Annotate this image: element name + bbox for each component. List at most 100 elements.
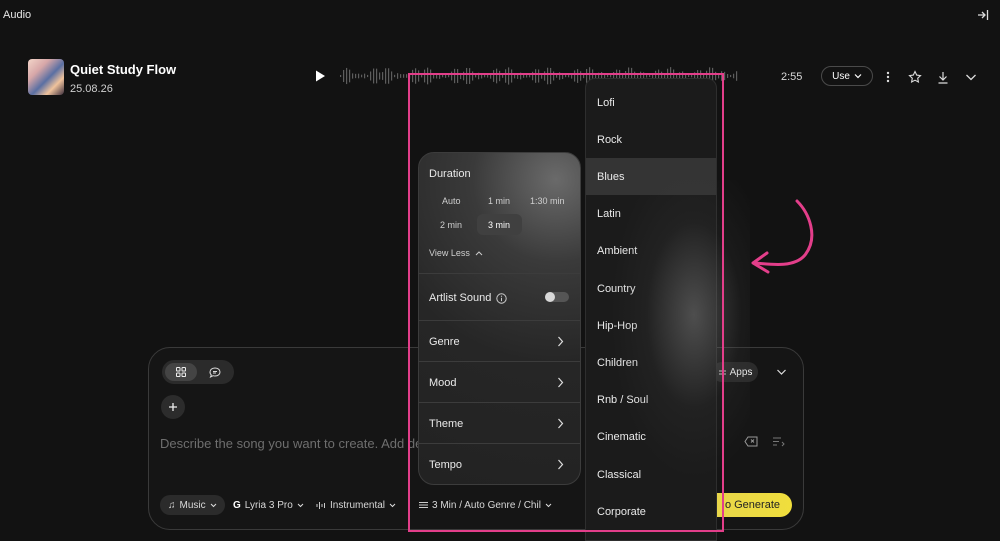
genre-option[interactable]: Rnb / Soul (586, 382, 716, 419)
waveform-bar (385, 68, 387, 84)
duration-option-auto[interactable]: Auto (442, 196, 461, 206)
waveform-bar (499, 70, 501, 82)
toggle-knob (545, 292, 555, 302)
chevron-down-icon (210, 503, 216, 507)
duration-option-3min[interactable]: 3 min (488, 220, 510, 230)
composer-collapse-icon[interactable] (776, 368, 787, 376)
waveform-bar (412, 69, 414, 83)
waveform-bar (571, 73, 573, 79)
track-duration: 2:55 (781, 71, 803, 83)
genre-option[interactable]: Ambient (586, 233, 716, 270)
track-date: 25.08.26 (70, 83, 113, 95)
waveform-bar (391, 71, 393, 81)
menu-theme[interactable]: Theme (429, 418, 463, 430)
waveform-bar (457, 69, 459, 83)
waveform-bar (481, 73, 483, 79)
waveform-bar (460, 72, 462, 80)
waveform-bar (496, 68, 498, 84)
waveform-bar (442, 74, 444, 78)
waveform-bar (736, 71, 738, 81)
waveform-bar (610, 74, 612, 78)
use-button[interactable]: Use (821, 66, 873, 86)
genre-option[interactable]: Country (586, 270, 716, 307)
music-type-chip[interactable]: ♫ Music (160, 495, 225, 515)
chat-icon (209, 366, 221, 378)
star-icon[interactable] (907, 69, 923, 85)
chevron-down-icon (854, 74, 862, 79)
waveform-bar (493, 70, 495, 82)
grid-mode-button[interactable] (165, 363, 197, 381)
google-g-icon: G (233, 499, 241, 511)
genre-option[interactable]: Classical (586, 456, 716, 493)
collapse-panel-icon[interactable] (976, 8, 990, 22)
waveform-bar (520, 72, 522, 80)
menu-genre[interactable]: Genre (429, 336, 460, 348)
chat-mode-button[interactable] (199, 363, 231, 381)
genre-option[interactable]: Children (586, 344, 716, 381)
waveform-bar (541, 73, 543, 79)
duration-option-1min[interactable]: 1 min (488, 196, 510, 206)
track-thumbnail[interactable] (28, 59, 64, 95)
info-icon[interactable] (496, 292, 508, 304)
waveform-bar (568, 74, 570, 78)
genre-option[interactable]: Lofi (586, 84, 716, 121)
chevron-down-icon (297, 503, 304, 507)
add-attachment-button[interactable] (161, 395, 185, 419)
waveform-bar (535, 69, 537, 83)
waveform-bar (532, 71, 534, 81)
waveform-bar (544, 71, 546, 81)
genre-option[interactable]: Latin (586, 196, 716, 233)
genre-option[interactable]: Rock (586, 121, 716, 158)
panel-divider (419, 273, 580, 274)
waveform-bar (454, 68, 456, 84)
waveform-bar (469, 68, 471, 84)
more-options-icon[interactable] (880, 69, 896, 85)
genre-option[interactable]: Corporate (586, 493, 716, 530)
waveform-bar (580, 71, 582, 81)
waveform-bar (715, 71, 717, 81)
track-title[interactable]: Quiet Study Flow (70, 62, 176, 77)
waveform-bar (508, 67, 510, 85)
duration-option-2min[interactable]: 2 min (440, 220, 462, 230)
waveform-bar (727, 73, 729, 79)
waveform-bar (550, 67, 552, 85)
play-icon[interactable] (313, 69, 327, 83)
waveform-bar (433, 73, 435, 79)
enhance-prompt-icon[interactable] (772, 436, 785, 447)
download-icon[interactable] (935, 69, 951, 85)
settings-chip[interactable]: 3 Min / Auto Genre / Chil (419, 495, 552, 515)
waveform-bar (418, 70, 420, 82)
waveform-bar (490, 73, 492, 79)
genre-option[interactable]: Hip-Hop (586, 307, 716, 344)
model-chip[interactable]: G Lyria 3 Pro (233, 495, 304, 515)
apps-icon (718, 370, 726, 374)
waveform-bar (388, 68, 390, 84)
waveform-bar (583, 73, 585, 79)
chevron-up-icon (475, 250, 483, 255)
duration-heading: Duration (429, 168, 471, 180)
menu-mood[interactable]: Mood (429, 377, 457, 389)
waveform-bar (511, 69, 513, 83)
menu-tempo[interactable]: Tempo (429, 459, 462, 471)
genre-option[interactable]: Blues (586, 158, 716, 196)
panel-divider (419, 443, 580, 444)
waveform-bar (361, 74, 363, 78)
waveform-bar (574, 70, 576, 82)
clear-text-icon[interactable] (744, 436, 758, 447)
waveform-bar (394, 74, 396, 78)
expand-chevron-icon[interactable] (963, 69, 979, 85)
waveform-bar (559, 72, 561, 80)
waveform-bar (526, 74, 528, 78)
waveform-bar (466, 67, 468, 85)
duration-option-130min[interactable]: 1:30 min (530, 196, 565, 206)
view-less-toggle[interactable]: View Less (429, 248, 483, 258)
waveform-bar (421, 74, 423, 78)
waveform-bar (547, 67, 549, 85)
waveform-bar (436, 73, 438, 79)
chevron-right-icon (558, 336, 564, 347)
apps-button[interactable]: Apps (712, 362, 758, 382)
instrumental-chip[interactable]: Instrumental (316, 495, 396, 515)
waveform-bar (400, 74, 402, 78)
genre-option[interactable]: Cinematic (586, 419, 716, 456)
waveform-bar (406, 74, 408, 78)
